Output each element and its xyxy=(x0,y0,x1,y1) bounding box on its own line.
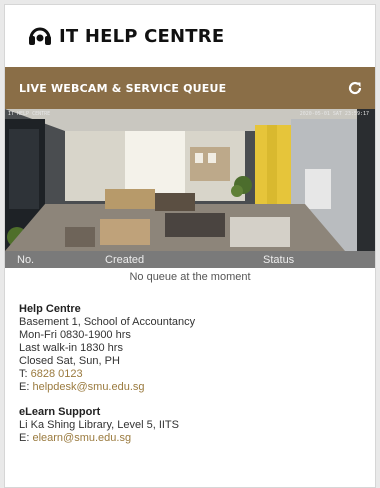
elearn-email-row: E: elearn@smu.edu.sg xyxy=(19,432,361,445)
help-centre-info: Help Centre Basement 1, School of Accoun… xyxy=(5,303,375,394)
webcam-image: IT HELP CENTRE 2020-05-01 SAT 23:59:17 xyxy=(5,109,375,251)
webcam-label: IT HELP CENTRE xyxy=(8,111,51,117)
help-centre-title: Help Centre xyxy=(19,303,81,315)
page-title: IT HELP CENTRE xyxy=(59,25,225,47)
elearn-email-link[interactable]: elearn@smu.edu.sg xyxy=(32,432,131,444)
phone-label: T: xyxy=(19,368,31,380)
help-centre-hours: Mon-Fri 0830-1900 hrs xyxy=(19,329,131,341)
refresh-icon[interactable] xyxy=(345,78,365,98)
help-centre-phone-row: T: 6828 0123 xyxy=(19,368,361,381)
help-centre-last-walkin: Last walk-in 1830 hrs xyxy=(19,342,123,354)
headset-icon xyxy=(27,23,53,49)
elearn-info: eLearn Support Li Ka Shing Library, Leve… xyxy=(5,406,375,445)
elearn-address: Li Ka Shing Library, Level 5, IITS xyxy=(19,419,179,431)
phone-link[interactable]: 6828 0123 xyxy=(31,368,83,380)
help-centre-email-row: E: helpdesk@smu.edu.sg xyxy=(19,381,361,394)
webcam-timestamp: 2020-05-01 SAT 23:59:17 xyxy=(299,111,369,117)
it-help-centre-card: IT HELP CENTRE LIVE WEBCAM & SERVICE QUE… xyxy=(4,4,376,488)
column-header-no: No. xyxy=(17,253,35,266)
elearn-title: eLearn Support xyxy=(19,406,101,418)
webcam-queue-bar: LIVE WEBCAM & SERVICE QUEUE xyxy=(5,67,375,109)
webcam-scene xyxy=(5,109,375,251)
elearn-email-label: E: xyxy=(19,432,33,444)
queue-empty-message: No queue at the moment xyxy=(129,271,251,283)
header: IT HELP CENTRE xyxy=(5,5,375,67)
help-centre-address: Basement 1, School of Accountancy xyxy=(19,316,196,328)
helpdesk-email-link[interactable]: helpdesk@smu.edu.sg xyxy=(32,381,144,393)
column-header-status: Status xyxy=(263,253,295,266)
email-label: E: xyxy=(19,381,33,393)
bar-title: LIVE WEBCAM & SERVICE QUEUE xyxy=(19,81,227,95)
queue-table-header: No. Created Status xyxy=(5,251,375,268)
help-centre-closed: Closed Sat, Sun, PH xyxy=(19,355,120,367)
column-header-created: Created xyxy=(105,253,145,266)
